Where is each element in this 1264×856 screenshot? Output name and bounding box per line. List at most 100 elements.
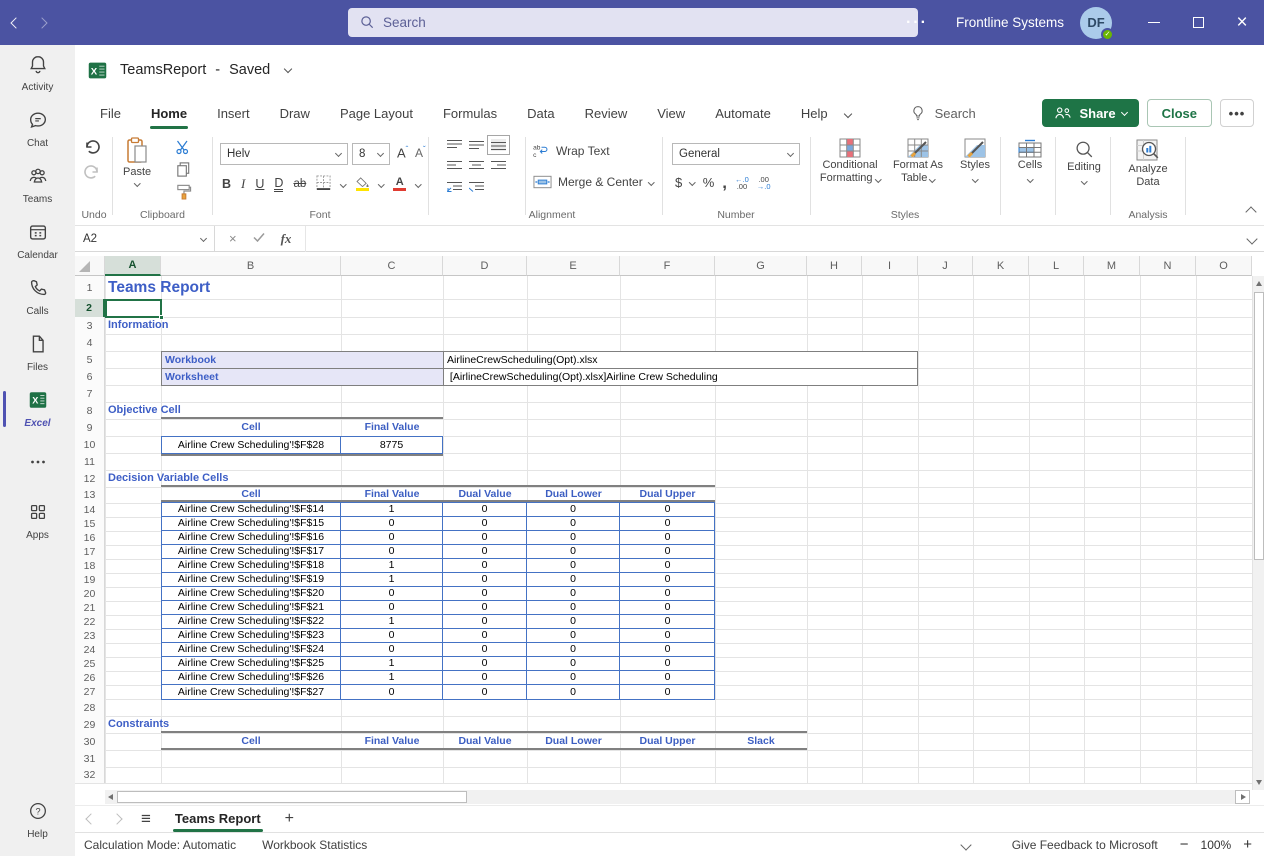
decision-cell-ref[interactable]: Airline Crew Scheduling'!$F$26 bbox=[162, 671, 341, 685]
all-sheets-icon[interactable]: ≡ bbox=[141, 809, 151, 829]
cell-styles-button[interactable]: Styles bbox=[953, 137, 997, 185]
decision-value[interactable]: 0 bbox=[443, 671, 527, 685]
merge-center-button[interactable]: Merge & Center bbox=[533, 175, 653, 189]
cells-button[interactable]: Cells bbox=[1008, 139, 1052, 185]
minimize-button[interactable] bbox=[1132, 0, 1176, 45]
decision-cell-ref[interactable]: Airline Crew Scheduling'!$F$25 bbox=[162, 657, 341, 671]
decision-value[interactable]: 0 bbox=[620, 601, 715, 615]
tell-me-search[interactable]: Search bbox=[909, 104, 976, 122]
select-all-corner[interactable] bbox=[75, 256, 105, 276]
decision-value[interactable]: 0 bbox=[620, 559, 715, 573]
row-header-32[interactable]: 32 bbox=[75, 767, 105, 783]
column-header-G[interactable]: G bbox=[715, 256, 807, 276]
status-chevron-icon[interactable] bbox=[962, 838, 970, 852]
decision-value[interactable]: 0 bbox=[443, 615, 527, 629]
title-chevron-icon[interactable] bbox=[284, 64, 292, 72]
conditional-formatting-button[interactable]: ConditionalFormatting bbox=[817, 137, 883, 185]
format-painter-button[interactable] bbox=[175, 183, 192, 203]
row-header-20[interactable]: 20 bbox=[75, 587, 105, 601]
decision-cell-ref[interactable]: Airline Crew Scheduling'!$F$22 bbox=[162, 615, 341, 629]
decision-cell-ref[interactable]: Airline Crew Scheduling'!$F$21 bbox=[162, 601, 341, 615]
column-header-D[interactable]: D bbox=[443, 256, 527, 276]
column-header-I[interactable]: I bbox=[862, 256, 918, 276]
decision-value[interactable]: 1 bbox=[341, 615, 443, 629]
objective-cell-ref[interactable]: Airline Crew Scheduling'!$F$28 bbox=[162, 437, 341, 453]
decision-value[interactable]: 0 bbox=[620, 671, 715, 685]
decision-value[interactable]: 0 bbox=[620, 531, 715, 545]
decision-value[interactable]: 0 bbox=[443, 601, 527, 615]
collapse-ribbon-icon[interactable] bbox=[1247, 207, 1255, 219]
row-header-28[interactable]: 28 bbox=[75, 699, 105, 716]
document-title[interactable]: TeamsReport bbox=[120, 62, 206, 78]
decision-value[interactable]: 0 bbox=[341, 601, 443, 615]
zoom-level[interactable]: 100% bbox=[1201, 838, 1232, 852]
add-sheet-icon[interactable]: + bbox=[285, 810, 294, 828]
info-label[interactable]: Worksheet bbox=[162, 369, 444, 386]
decision-value[interactable]: 0 bbox=[527, 629, 620, 643]
row-header-26[interactable]: 26 bbox=[75, 671, 105, 685]
information-heading[interactable]: Information bbox=[108, 317, 169, 333]
tab-view[interactable]: View bbox=[642, 95, 700, 131]
info-value[interactable]: [AirlineCrewScheduling(Opt).xlsx]Airline… bbox=[444, 369, 917, 386]
increase-decimal-button[interactable]: ←.0.00 bbox=[735, 176, 749, 190]
decision-cell-ref[interactable]: Airline Crew Scheduling'!$F$15 bbox=[162, 517, 341, 531]
info-value[interactable]: AirlineCrewScheduling(Opt).xlsx bbox=[444, 352, 917, 369]
row-header-7[interactable]: 7 bbox=[75, 385, 105, 402]
zoom-in-icon[interactable]: + bbox=[1243, 836, 1252, 853]
constraints-heading[interactable]: Constraints bbox=[108, 716, 169, 732]
decrease-decimal-button[interactable]: .00→.0 bbox=[757, 176, 771, 190]
row-header-5[interactable]: 5 bbox=[75, 351, 105, 368]
tab-insert[interactable]: Insert bbox=[202, 95, 265, 131]
sheet-tab[interactable]: Teams Report bbox=[173, 807, 263, 832]
ribbon-more-icon[interactable]: ••• bbox=[1220, 99, 1254, 127]
currency-button[interactable]: $ bbox=[675, 175, 682, 190]
row-header-3[interactable]: 3 bbox=[75, 317, 105, 334]
cancel-entry-icon[interactable]: × bbox=[229, 231, 237, 246]
decrease-indent-button[interactable] bbox=[447, 181, 462, 193]
column-header-F[interactable]: F bbox=[620, 256, 715, 276]
decision-value[interactable]: 0 bbox=[341, 587, 443, 601]
row-header-22[interactable]: 22 bbox=[75, 615, 105, 629]
decision-value[interactable]: 0 bbox=[527, 657, 620, 671]
row-header-23[interactable]: 23 bbox=[75, 629, 105, 643]
scroll-right-button[interactable] bbox=[1235, 790, 1250, 804]
column-header-N[interactable]: N bbox=[1140, 256, 1196, 276]
row-header-1[interactable]: 1 bbox=[75, 276, 105, 299]
save-status[interactable]: Saved bbox=[229, 62, 270, 78]
zoom-out-icon[interactable]: − bbox=[1180, 836, 1189, 853]
font-name-select[interactable]: Helv bbox=[220, 143, 348, 165]
decision-value[interactable]: 0 bbox=[527, 671, 620, 685]
insert-function-icon[interactable]: fx bbox=[281, 231, 292, 247]
decision-value[interactable]: 0 bbox=[527, 615, 620, 629]
percent-button[interactable]: % bbox=[703, 175, 715, 190]
decision-cell-ref[interactable]: Airline Crew Scheduling'!$F$20 bbox=[162, 587, 341, 601]
decision-value[interactable]: 0 bbox=[443, 629, 527, 643]
decision-value[interactable]: 0 bbox=[443, 643, 527, 657]
decision-value[interactable]: 0 bbox=[620, 503, 715, 517]
decision-value[interactable]: 0 bbox=[527, 573, 620, 587]
column-header-O[interactable]: O bbox=[1196, 256, 1252, 276]
objective-final-value[interactable]: 8775 bbox=[341, 437, 442, 453]
align-center-button[interactable] bbox=[469, 160, 484, 172]
decision-cell-ref[interactable]: Airline Crew Scheduling'!$F$18 bbox=[162, 559, 341, 573]
decision-value[interactable]: 1 bbox=[341, 559, 443, 573]
row-header-13[interactable]: 13 bbox=[75, 487, 105, 503]
row-header-6[interactable]: 6 bbox=[75, 368, 105, 385]
decrease-font-icon[interactable]: Aˇ bbox=[415, 145, 426, 160]
column-header-A[interactable]: A bbox=[105, 256, 161, 276]
redo-button[interactable] bbox=[83, 164, 101, 183]
column-header-C[interactable]: C bbox=[341, 256, 443, 276]
decision-value[interactable]: 0 bbox=[341, 517, 443, 531]
sidebar-item-activity[interactable]: Activity bbox=[0, 45, 75, 101]
decision-value[interactable]: 0 bbox=[341, 685, 443, 699]
row-header-10[interactable]: 10 bbox=[75, 436, 105, 453]
maximize-button[interactable] bbox=[1176, 0, 1220, 45]
tab-page-layout[interactable]: Page Layout bbox=[325, 95, 428, 131]
objective-heading[interactable]: Objective Cell bbox=[108, 402, 181, 418]
row-header-27[interactable]: 27 bbox=[75, 685, 105, 699]
column-header-K[interactable]: K bbox=[973, 256, 1029, 276]
decision-cell-ref[interactable]: Airline Crew Scheduling'!$F$16 bbox=[162, 531, 341, 545]
bold-button[interactable]: B bbox=[222, 177, 231, 191]
decision-value[interactable]: 0 bbox=[620, 615, 715, 629]
decision-value[interactable]: 0 bbox=[341, 545, 443, 559]
